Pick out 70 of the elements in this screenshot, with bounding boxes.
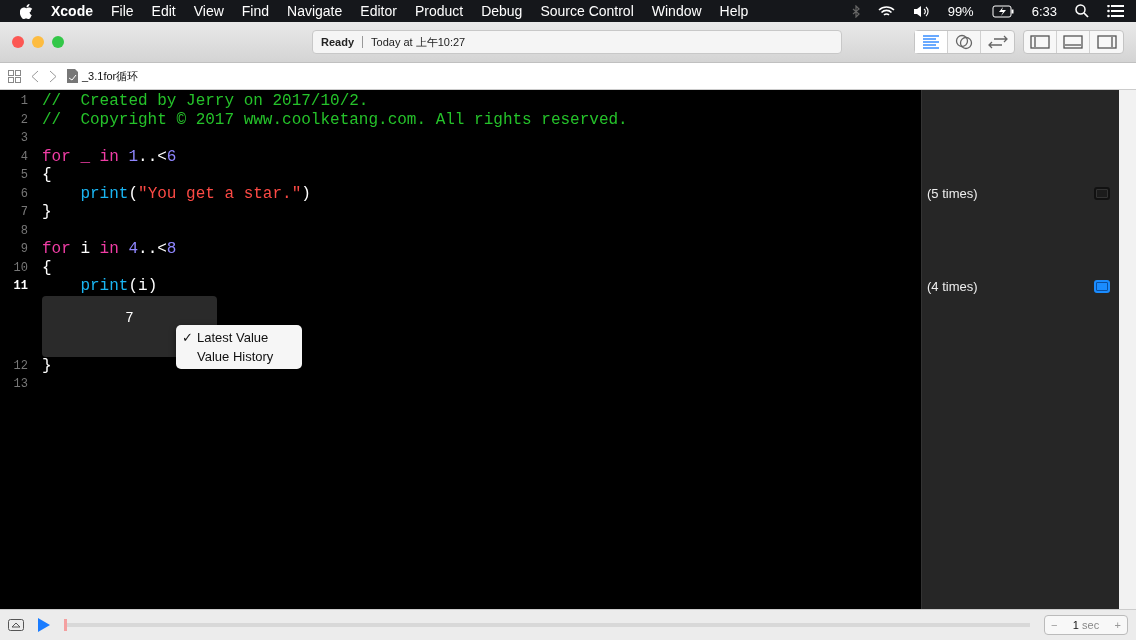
code-line: for i in 4..<8	[42, 240, 177, 259]
line-number: 3	[19, 131, 29, 146]
hide-panel-icon[interactable]	[8, 619, 24, 631]
code-line: }	[42, 356, 52, 375]
overlapping-circles-icon	[955, 34, 973, 50]
menu-item[interactable]: Navigate	[287, 3, 343, 19]
duration-stepper[interactable]: − 1 sec +	[1044, 615, 1128, 635]
quick-look-toggle[interactable]	[1094, 279, 1110, 293]
build-status: Ready	[321, 36, 355, 48]
line-number: 2	[19, 112, 29, 127]
value-text: 7	[125, 309, 134, 328]
clock[interactable]: 6:33	[1031, 3, 1057, 19]
code-line: print("You get a star.")	[79, 184, 311, 203]
line-number: 13	[12, 377, 29, 392]
back-icon[interactable]	[31, 69, 39, 83]
line-number: 4	[19, 149, 29, 164]
line-number: 8	[19, 223, 29, 238]
zoom-button[interactable]	[52, 36, 64, 48]
battery-percentage: 99%	[947, 3, 974, 19]
bluetooth-icon[interactable]	[851, 4, 860, 18]
right-panel-icon	[1096, 35, 1117, 49]
menu-item[interactable]: File	[111, 3, 134, 19]
close-button[interactable]	[12, 36, 24, 48]
line-number: 12	[12, 358, 29, 373]
line-number: 9	[19, 242, 29, 257]
play-icon[interactable]	[38, 618, 50, 632]
search-icon[interactable]	[1075, 4, 1089, 18]
line-number: 1	[19, 94, 29, 109]
result-count: (5 times)	[927, 186, 978, 202]
menu-item[interactable]: Edit	[151, 3, 176, 19]
code-line: // Copyright © 2017 www.coolketang.com. All rights reserved.	[42, 110, 628, 129]
battery-charging-icon[interactable]	[991, 4, 1014, 18]
line-number: 10	[12, 260, 29, 275]
menu-item[interactable]: Help	[719, 3, 749, 19]
app-menu[interactable]: Xcode	[51, 3, 93, 19]
result-count: (4 times)	[927, 278, 978, 294]
menu-item[interactable]: Find	[241, 3, 270, 19]
status-timestamp: Today at 上午10:27	[371, 34, 466, 50]
editor-mode-button[interactable]	[915, 31, 948, 53]
file-name[interactable]: _3.1for循环	[82, 68, 139, 84]
menu-item[interactable]: View	[193, 3, 224, 19]
menu-option[interactable]: ✓ Latest Value	[176, 327, 302, 347]
menu-option[interactable]: Value History	[176, 346, 302, 366]
line-number: 6	[19, 186, 29, 201]
bottom-panel-icon	[1063, 35, 1083, 49]
line-number: 5	[19, 168, 29, 183]
speaker-icon[interactable]	[912, 4, 930, 18]
code-line: {	[42, 258, 52, 277]
left-panel-icon	[1030, 35, 1050, 49]
apple-logo-icon[interactable]	[20, 3, 33, 19]
forward-icon[interactable]	[49, 69, 57, 83]
line-number: 7	[19, 205, 29, 220]
code-line: }	[42, 203, 52, 222]
menu-item[interactable]: Window	[651, 3, 702, 19]
code-line: for _ in 1..<6	[42, 147, 177, 166]
code-line: {	[42, 166, 52, 185]
file-icon	[67, 69, 78, 83]
lines-icon	[922, 35, 940, 49]
list-icon[interactable]	[1107, 4, 1124, 18]
grid-icon[interactable]	[8, 69, 21, 83]
menu-item[interactable]: Product	[414, 3, 464, 19]
menu-item[interactable]: Source Control	[540, 3, 634, 19]
quick-look-toggle[interactable]	[1094, 187, 1110, 201]
menu-item[interactable]: Editor	[360, 3, 397, 19]
code-line: print(i)	[79, 277, 158, 296]
menu-item[interactable]: Debug	[481, 3, 523, 19]
code-line: // Created by Jerry on 2017/10/2.	[42, 92, 369, 111]
swap-arrows-icon	[987, 35, 1008, 49]
wifi-icon[interactable]	[877, 4, 895, 18]
line-number: 11	[12, 279, 29, 294]
